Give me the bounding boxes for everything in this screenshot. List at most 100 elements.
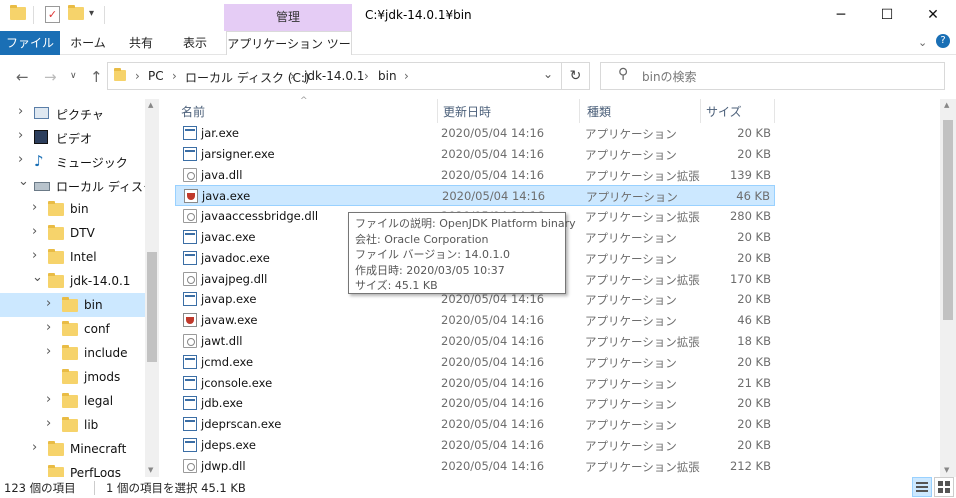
breadcrumb-separator-icon[interactable]: ›: [404, 69, 409, 83]
breadcrumb-separator-icon[interactable]: ›: [364, 69, 369, 83]
nav-item[interactable]: › bin: [0, 293, 145, 317]
expand-chevron-icon[interactable]: ›: [46, 416, 51, 431]
nav-item[interactable]: › conf: [0, 317, 145, 341]
nav-item-label: ローカル ディスク (C: [56, 180, 145, 194]
nav-item[interactable]: ⌄ ローカル ディスク (C: [0, 173, 145, 197]
breadcrumb-separator-icon[interactable]: ›: [172, 69, 177, 83]
nav-item[interactable]: › Minecraft: [0, 437, 145, 461]
nav-scroll-thumb[interactable]: [147, 252, 157, 362]
column-date[interactable]: 更新日時: [443, 103, 491, 120]
column-type[interactable]: 種類: [587, 103, 611, 120]
nav-item[interactable]: › bin: [0, 197, 145, 221]
breadcrumb-bin[interactable]: bin: [378, 69, 397, 83]
file-row[interactable]: jdeps.exe 2020/05/04 14:16 アプリケーション 20 KB: [175, 435, 775, 456]
file-row[interactable]: jcmd.exe 2020/05/04 14:16 アプリケーション 20 KB: [175, 352, 775, 373]
nav-item[interactable]: › ピクチャ: [0, 101, 145, 125]
file-date: 2020/05/04 14:16: [441, 375, 545, 390]
up-arrow-icon[interactable]: ↑: [90, 68, 103, 86]
expand-chevron-icon[interactable]: ›: [46, 296, 51, 311]
file-row[interactable]: java.exe 2020/05/04 14:16 アプリケーション 46 KB: [175, 185, 775, 207]
expand-ribbon-icon[interactable]: ⌄: [918, 36, 927, 49]
tab-share[interactable]: 共有: [118, 31, 164, 55]
expand-chevron-icon[interactable]: ›: [18, 104, 23, 119]
tab-file[interactable]: ファイル: [0, 31, 60, 55]
new-folder-icon[interactable]: [68, 5, 84, 23]
expand-chevron-icon[interactable]: ›: [46, 344, 51, 359]
file-row[interactable]: jconsole.exe 2020/05/04 14:16 アプリケーション 21 K…: [175, 373, 775, 394]
column-name[interactable]: 名前: [181, 103, 205, 120]
file-row[interactable]: jarsigner.exe 2020/05/04 14:16 アプリケーション 20 …: [175, 144, 775, 165]
scroll-up-icon[interactable]: ▲: [148, 101, 153, 109]
expand-chevron-icon[interactable]: ›: [32, 200, 37, 215]
scroll-down-icon[interactable]: ▼: [944, 466, 949, 474]
column-divider[interactable]: [437, 99, 438, 123]
scroll-up-icon[interactable]: ▲: [944, 101, 949, 109]
collapse-chevron-icon[interactable]: ⌄: [32, 270, 43, 285]
scroll-down-icon[interactable]: ▼: [148, 466, 153, 474]
file-row[interactable]: javaw.exe 2020/05/04 14:16 アプリケーション 46 KB: [175, 310, 775, 331]
tab-view[interactable]: 表示: [170, 31, 220, 55]
column-size[interactable]: サイズ: [706, 103, 742, 120]
file-name: java.exe: [202, 189, 251, 204]
expand-chevron-icon[interactable]: ›: [32, 440, 37, 455]
nav-item[interactable]: › include: [0, 341, 145, 365]
help-icon[interactable]: ?: [936, 34, 950, 48]
expand-chevron-icon[interactable]: ›: [32, 248, 37, 263]
maximize-button[interactable]: ☐: [864, 0, 910, 31]
file-row[interactable]: jdeprscan.exe 2020/05/04 14:16 アプリケーション 20 …: [175, 414, 775, 435]
nav-item[interactable]: › DTV: [0, 221, 145, 245]
nav-item[interactable]: › legal: [0, 389, 145, 413]
nav-item[interactable]: › Intel: [0, 245, 145, 269]
refresh-icon[interactable]: ↻: [562, 62, 590, 90]
back-arrow-icon[interactable]: ←: [16, 68, 29, 86]
file-row[interactable]: jdb.exe 2020/05/04 14:16 アプリケーション 20 KB: [175, 393, 775, 414]
file-size: 21 KB: [737, 375, 771, 390]
file-row[interactable]: jdwp.dll 2020/05/04 14:16 アプリケーション拡張 212 KB: [175, 456, 775, 477]
expand-chevron-icon[interactable]: ›: [46, 320, 51, 335]
file-type: アプリケーション: [585, 397, 677, 412]
collapse-chevron-icon[interactable]: ⌄: [18, 174, 29, 189]
nav-item-label: PerfLogs: [70, 466, 122, 477]
file-row[interactable]: jar.exe 2020/05/04 14:16 アプリケーション 20 KB: [175, 123, 775, 144]
folder-icon: [62, 345, 78, 363]
properties-icon[interactable]: ✓: [45, 6, 60, 23]
file-list-scroll-thumb[interactable]: [943, 120, 953, 320]
close-button[interactable]: ✕: [910, 0, 956, 31]
column-divider[interactable]: [579, 99, 580, 123]
expand-chevron-icon[interactable]: ›: [32, 224, 37, 239]
file-row[interactable]: jawt.dll 2020/05/04 14:16 アプリケーション拡張 18 KB: [175, 331, 775, 352]
column-divider[interactable]: [774, 99, 775, 123]
expand-chevron-icon[interactable]: ›: [18, 128, 23, 143]
tab-home[interactable]: ホーム: [62, 31, 114, 55]
file-row[interactable]: java.dll 2020/05/04 14:16 アプリケーション拡張 139 KB: [175, 165, 775, 186]
expand-chevron-icon[interactable]: ›: [46, 392, 51, 407]
nav-item[interactable]: PerfLogs: [0, 461, 145, 477]
minimize-button[interactable]: ─: [818, 0, 864, 31]
address-dropdown-icon[interactable]: ⌄: [543, 67, 553, 81]
breadcrumb-separator-icon[interactable]: ›: [135, 69, 140, 83]
file-size: 20 KB: [737, 146, 771, 161]
breadcrumb-separator-icon[interactable]: ›: [290, 69, 295, 83]
breadcrumb-pc[interactable]: PC: [148, 69, 164, 83]
nav-item[interactable]: ⌄ jdk-14.0.1: [0, 269, 145, 293]
file-type: アプリケーション: [585, 251, 677, 266]
nav-item[interactable]: › ビデオ: [0, 125, 145, 149]
column-divider[interactable]: [700, 99, 701, 123]
expand-chevron-icon[interactable]: ›: [18, 152, 23, 167]
nav-item[interactable]: jmods: [0, 365, 145, 389]
file-size: 20 KB: [737, 230, 771, 244]
breadcrumb-jdk[interactable]: jdk-14.0.1: [304, 69, 364, 83]
nav-item[interactable]: › ♪ ミュージック: [0, 149, 145, 173]
folder-icon: [48, 201, 64, 219]
file-type: アプリケーション拡張: [585, 168, 700, 183]
address-bar[interactable]: › PC › ローカル ディスク (C:) › jdk-14.0.1 › bin…: [107, 62, 562, 90]
nav-item[interactable]: › lib: [0, 413, 145, 437]
customize-quick-access-icon[interactable]: ▾: [89, 8, 94, 19]
details-view-icon[interactable]: [912, 477, 932, 497]
forward-arrow-icon[interactable]: →: [44, 68, 57, 86]
large-icons-view-icon[interactable]: [934, 477, 954, 497]
tab-application-tools[interactable]: アプリケーション ツール: [226, 31, 352, 75]
file-type: アプリケーション: [585, 355, 677, 370]
recent-locations-icon[interactable]: ∨: [70, 71, 77, 81]
tooltip-created: 作成日時: 2020/03/05 10:37: [355, 263, 505, 277]
